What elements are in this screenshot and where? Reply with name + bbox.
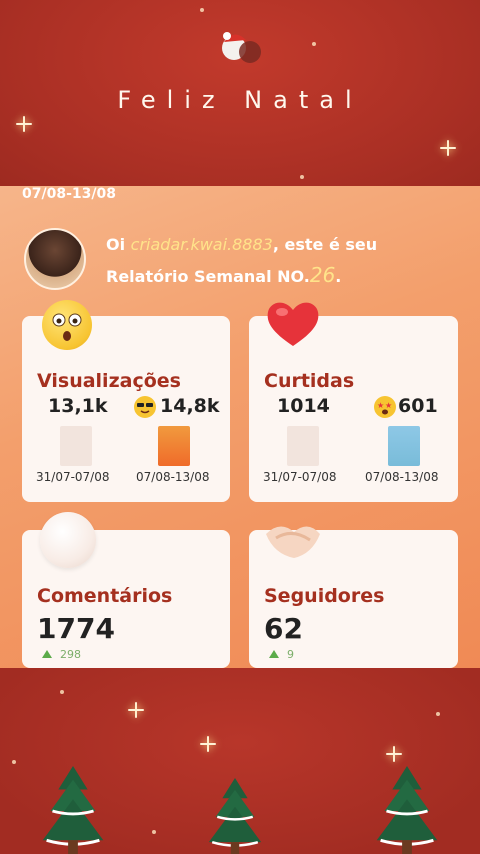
snow-dot: [312, 42, 316, 46]
views-curr-period: 07/08-13/08: [136, 470, 210, 484]
username-link[interactable]: criadar.kwai.8883: [131, 235, 273, 254]
likes-previous-bar: [287, 426, 319, 466]
likes-current-bar: [388, 426, 420, 466]
views-previous: 13,1k: [48, 395, 108, 417]
sparkle-decoration: [16, 116, 32, 132]
up-arrow-icon: [269, 650, 279, 658]
followers-label: Seguidores: [264, 585, 385, 607]
likes-current: 601: [398, 395, 438, 417]
followers-delta: 9: [269, 648, 294, 661]
sparkle-decoration: [128, 702, 144, 718]
cotton-ball-icon: [40, 512, 96, 568]
snow-dot: [300, 175, 304, 179]
snow-dot: [12, 760, 16, 764]
sparkle-decoration: [200, 736, 216, 752]
comments-label: Comentários: [37, 585, 173, 607]
snow-dot: [152, 830, 156, 834]
heart-icon: [267, 302, 319, 346]
views-current-bar: [158, 426, 190, 466]
christmas-tree-icon: [376, 766, 438, 854]
snow-dot: [436, 712, 440, 716]
views-previous-bar: [60, 426, 92, 466]
views-label: Visualizações: [37, 370, 181, 392]
snow-dot: [60, 690, 64, 694]
cool-face-icon: [134, 396, 156, 418]
date-range: 07/08-13/08: [22, 186, 116, 202]
views-prev-period: 31/07-07/08: [36, 470, 110, 484]
avatar[interactable]: [24, 228, 86, 290]
handshake-icon: [266, 526, 320, 558]
likes-prev-period: 31/07-07/08: [263, 470, 337, 484]
sparkle-decoration: [440, 140, 456, 156]
comments-value: 1774: [37, 612, 115, 645]
up-arrow-icon: [42, 650, 52, 658]
star-eyes-icon: ★ ★: [374, 396, 396, 418]
surprised-face-icon: [42, 300, 92, 350]
likes-previous: 1014: [277, 395, 330, 417]
christmas-tree-icon: [42, 766, 104, 854]
svg-text:★: ★: [377, 401, 384, 410]
comments-delta: 298: [42, 648, 81, 661]
santa-hat-icon: [222, 32, 261, 63]
page-title: Feliz Natal: [117, 86, 363, 114]
followers-value: 62: [264, 612, 303, 645]
likes-label: Curtidas: [264, 370, 355, 392]
snow-dot: [200, 8, 204, 12]
report-number: 26: [309, 263, 336, 287]
christmas-tree-icon: [208, 778, 262, 854]
svg-text:★: ★: [385, 401, 392, 410]
likes-curr-period: 07/08-13/08: [365, 470, 439, 484]
greeting-text: Oi criadar.kwai.8883, este é seu Relatór…: [106, 235, 378, 287]
sparkle-decoration: [386, 746, 402, 762]
views-current: 14,8k: [160, 395, 220, 417]
